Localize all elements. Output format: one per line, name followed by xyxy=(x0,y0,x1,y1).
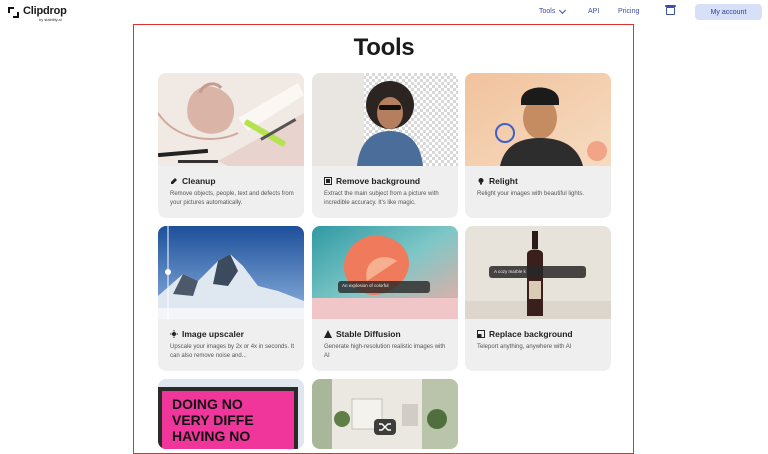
tool-card-remove-background[interactable]: Remove background Extract the main subje… xyxy=(312,73,458,218)
card-title: Remove background xyxy=(336,176,421,186)
replace-icon xyxy=(477,330,485,338)
replace-background-image: A cozy marble k xyxy=(465,226,611,319)
relight-image xyxy=(465,73,611,166)
nav-tools-label: Tools xyxy=(539,8,556,15)
stable-diffusion-image: An explosion of colorful xyxy=(312,226,458,319)
scissors-icon xyxy=(324,177,332,185)
rb-prompt-text: A cozy marble k xyxy=(494,269,526,274)
upscale-icon xyxy=(170,330,178,338)
bulb-icon xyxy=(478,178,484,185)
diffusion-icon xyxy=(324,330,332,338)
card-description: Generate high-resolution realistic image… xyxy=(324,344,446,359)
card-description: Extract the main subject from a picture … xyxy=(324,191,439,206)
sign-line-2: VERY DIFFE xyxy=(172,412,254,428)
tool-card-image-upscaler[interactable]: Image upscaler Upscale your images by 2x… xyxy=(158,226,304,371)
page-title: Tools xyxy=(353,34,415,61)
clipdrop-logo[interactable]: Clipdrop by stability.ai xyxy=(8,6,67,22)
tool-card-relight[interactable]: Relight Relight your images with beautif… xyxy=(465,73,611,218)
card-description: Upscale your images by 2x or 4x in secon… xyxy=(170,344,295,359)
card-title: Image upscaler xyxy=(182,329,244,339)
top-header: Clipdrop by stability.ai Tools API Prici… xyxy=(0,0,768,26)
room-image xyxy=(312,379,458,449)
logo-title: Clipdrop xyxy=(23,5,67,17)
card-title: Cleanup xyxy=(182,176,216,186)
eraser-icon xyxy=(171,178,177,184)
chevron-down-icon xyxy=(559,6,567,14)
logo-subtitle: by stability.ai xyxy=(39,17,62,22)
sign-line-1: DOING NO xyxy=(172,396,243,412)
tool-card-replace-background[interactable]: A cozy marble k Replace background Telep… xyxy=(465,226,611,371)
card-description: Relight your images with beautiful light… xyxy=(477,191,585,197)
image-upscaler-image xyxy=(158,226,304,319)
card-title: Stable Diffusion xyxy=(336,329,401,339)
nav-api-link[interactable]: API xyxy=(588,8,599,15)
clipdrop-logo-icon xyxy=(8,7,19,18)
sd-prompt-text: An explosion of colorful xyxy=(342,283,389,288)
card-description: Teleport anything, anywhere with AI xyxy=(477,344,572,350)
tool-card-room[interactable] xyxy=(312,379,458,449)
card-title: Replace background xyxy=(489,329,573,339)
archive-icon[interactable] xyxy=(665,5,676,15)
cleanup-image xyxy=(158,73,304,166)
shuffle-icon[interactable] xyxy=(378,421,392,433)
card-description: Remove objects, people, text and defects… xyxy=(170,191,294,206)
card-title: Relight xyxy=(489,176,518,186)
sign-line-3: HAVING NO xyxy=(172,428,251,444)
nav-tools-menu[interactable]: Tools xyxy=(539,6,567,15)
nav-pricing-link[interactable]: Pricing xyxy=(618,8,639,15)
my-account-button[interactable]: My account xyxy=(695,4,762,20)
remove-background-image xyxy=(312,73,458,166)
tool-card-text-remover[interactable]: DOING NO VERY DIFFE HAVING NO xyxy=(158,379,304,449)
sign-image: DOING NO VERY DIFFE HAVING NO xyxy=(158,379,304,449)
tool-card-cleanup[interactable]: Cleanup Remove objects, people, text and… xyxy=(158,73,304,218)
tool-card-stable-diffusion[interactable]: An explosion of colorful Stable Diffusio… xyxy=(312,226,458,371)
